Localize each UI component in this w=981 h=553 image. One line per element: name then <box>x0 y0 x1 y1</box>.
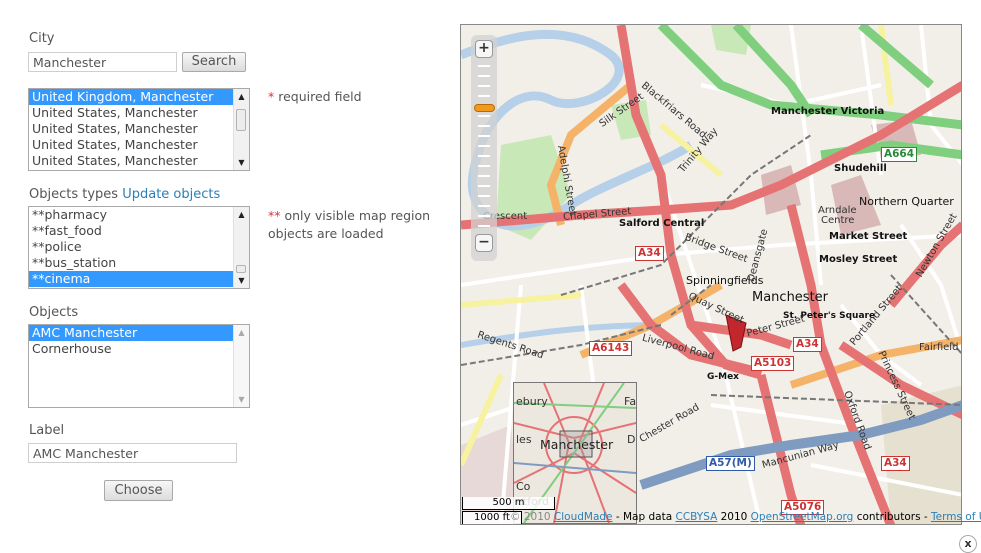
map-label-market-street: Market Street <box>829 231 908 242</box>
zoom-tick[interactable] <box>478 145 490 147</box>
terms-of-use-link[interactable]: Terms of Use <box>931 511 981 523</box>
zoom-tick[interactable] <box>478 135 490 137</box>
map-label-g-mex: G-Mex <box>707 372 739 382</box>
map-label-mosley-street: Mosley Street <box>819 254 898 265</box>
overview-label-left: les <box>516 433 532 446</box>
zoom-tick[interactable] <box>478 165 490 167</box>
zoom-tick[interactable] <box>478 65 490 67</box>
road-shield-a5103: A5103 <box>751 356 795 371</box>
cloudmade-link[interactable]: CloudMade <box>554 511 613 523</box>
zoom-control[interactable]: + − <box>471 35 497 261</box>
attribution-year: 2010 <box>720 511 748 523</box>
zoom-tick[interactable] <box>478 95 490 97</box>
label-field-label: Label <box>29 423 65 438</box>
zoom-tick[interactable] <box>478 175 490 177</box>
map-label-manchester-victoria: Manchester Victoria <box>771 106 885 117</box>
zoom-tick[interactable] <box>478 195 490 197</box>
city-results-listbox[interactable]: United Kingdom, Manchester United States,… <box>28 88 250 171</box>
map-view[interactable]: Manchester Victoria Shudehill Northern Q… <box>460 24 962 525</box>
road-shield-a664: A664 <box>881 147 918 162</box>
scroll-up-icon[interactable]: ▲ <box>234 207 249 222</box>
zoom-tick[interactable] <box>478 75 490 77</box>
map-label-manchester: Manchester <box>752 290 829 305</box>
label-input[interactable] <box>28 443 237 463</box>
road-shield-a57m: A57(M) <box>706 456 755 471</box>
map-label-northern-quarter: Northern Quarter <box>859 195 954 208</box>
road-shield-a34: A34 <box>635 246 664 261</box>
object-types-listbox[interactable]: **pharmacy **fast_food **police **bus_stati… <box>28 206 250 289</box>
zoom-tick[interactable] <box>478 125 490 127</box>
zoom-tick[interactable] <box>478 85 490 87</box>
zoom-out-button[interactable]: − <box>475 234 493 252</box>
overview-label-right: D <box>627 433 636 446</box>
visible-note-line1: only visible map region <box>284 208 431 223</box>
scroll-up-icon[interactable]: ▲ <box>234 89 249 104</box>
city-result-option[interactable]: United States, Manchester <box>29 153 233 169</box>
openstreetmap-link[interactable]: OpenStreetMap.org <box>751 511 854 523</box>
scroll-thumb[interactable] <box>236 109 246 131</box>
road-shield-a34: A34 <box>881 456 910 471</box>
zoom-tick[interactable] <box>478 185 490 187</box>
attribution-mid: - Map data <box>615 511 673 523</box>
objects-scrollbar[interactable]: ▲ ▼ <box>233 325 249 407</box>
attribution-prefix: © 2010 <box>510 511 551 523</box>
object-type-option[interactable]: **cinema <box>29 271 233 287</box>
required-note: * required field <box>268 89 362 104</box>
zoom-tick[interactable] <box>478 225 490 227</box>
choose-button[interactable]: Choose <box>104 480 173 501</box>
zoom-slider-handle[interactable] <box>474 103 495 112</box>
object-option[interactable]: Cornerhouse <box>29 341 233 357</box>
overview-label-top-right: Fa <box>624 395 637 408</box>
overview-label-top-left: ebury <box>516 395 548 408</box>
overview-label-bottom-left2: Co <box>516 480 531 493</box>
city-label: City <box>29 31 55 46</box>
required-text: required field <box>278 89 362 104</box>
object-option[interactable]: AMC Manchester <box>29 325 233 341</box>
ccbysa-link[interactable]: CCBYSA <box>676 511 718 523</box>
zoom-tick[interactable] <box>478 115 490 117</box>
zoom-tick[interactable] <box>478 215 490 217</box>
city-result-option[interactable]: United Kingdom, Manchester <box>29 89 233 105</box>
visible-region-note: ** only visible map region objects are l… <box>268 207 430 243</box>
city-result-option[interactable]: United States, Manchester <box>29 105 233 121</box>
overview-label-manchester: Manchester <box>540 437 614 452</box>
scroll-thumb[interactable] <box>236 265 246 273</box>
object-type-option[interactable]: **fast_food <box>29 223 233 239</box>
objects-listbox[interactable]: AMC Manchester Cornerhouse ▲ ▼ <box>28 324 250 408</box>
scroll-up-icon[interactable]: ▲ <box>234 325 249 340</box>
zoom-in-button[interactable]: + <box>475 40 493 58</box>
close-button[interactable]: x <box>959 535 977 553</box>
attribution-contributors: contributors - <box>856 511 928 523</box>
object-type-option[interactable]: **pharmacy <box>29 207 233 223</box>
road-shield-a6143: A6143 <box>589 341 633 356</box>
city-input[interactable] <box>28 52 177 72</box>
objects-label: Objects <box>29 305 79 320</box>
object-types-scrollbar[interactable]: ▲ ▼ <box>233 207 249 288</box>
object-type-option[interactable]: **police <box>29 239 233 255</box>
visible-note-line2: objects are loaded <box>268 226 384 241</box>
scroll-down-icon[interactable]: ▼ <box>234 155 249 170</box>
object-types-label: Objects types <box>29 187 119 202</box>
map-label-arndale-centre: Centre <box>821 215 855 226</box>
map-label-salford-central: Salford Central <box>619 218 705 229</box>
city-result-option[interactable]: United States, Manchester <box>29 121 233 137</box>
scale-bar-metric: 500 m <box>462 497 555 510</box>
road-shield-a34: A34 <box>793 337 822 352</box>
zoom-tick[interactable] <box>478 205 490 207</box>
object-types-heading: Objects types Update objects <box>29 187 220 202</box>
city-result-option[interactable]: United States, Manchester <box>29 137 233 153</box>
close-icon: x <box>964 537 972 550</box>
update-objects-link[interactable]: Update objects <box>122 187 220 202</box>
scroll-down-icon[interactable]: ▼ <box>234 392 249 407</box>
map-attribution: © 2010 CloudMade - Map data CCBYSA 2010 … <box>510 511 981 523</box>
scroll-down-icon[interactable]: ▼ <box>234 273 249 288</box>
map-label-shudehill: Shudehill <box>834 163 887 174</box>
city-results-scrollbar[interactable]: ▲ ▼ <box>233 89 249 170</box>
search-button[interactable]: Search <box>182 52 246 72</box>
object-type-option[interactable]: **bus_station <box>29 255 233 271</box>
zoom-tick[interactable] <box>478 155 490 157</box>
map-label-fairfield-st: Fairfield St <box>919 342 961 353</box>
required-star: * <box>268 89 275 104</box>
visible-note-stars: ** <box>268 208 281 223</box>
